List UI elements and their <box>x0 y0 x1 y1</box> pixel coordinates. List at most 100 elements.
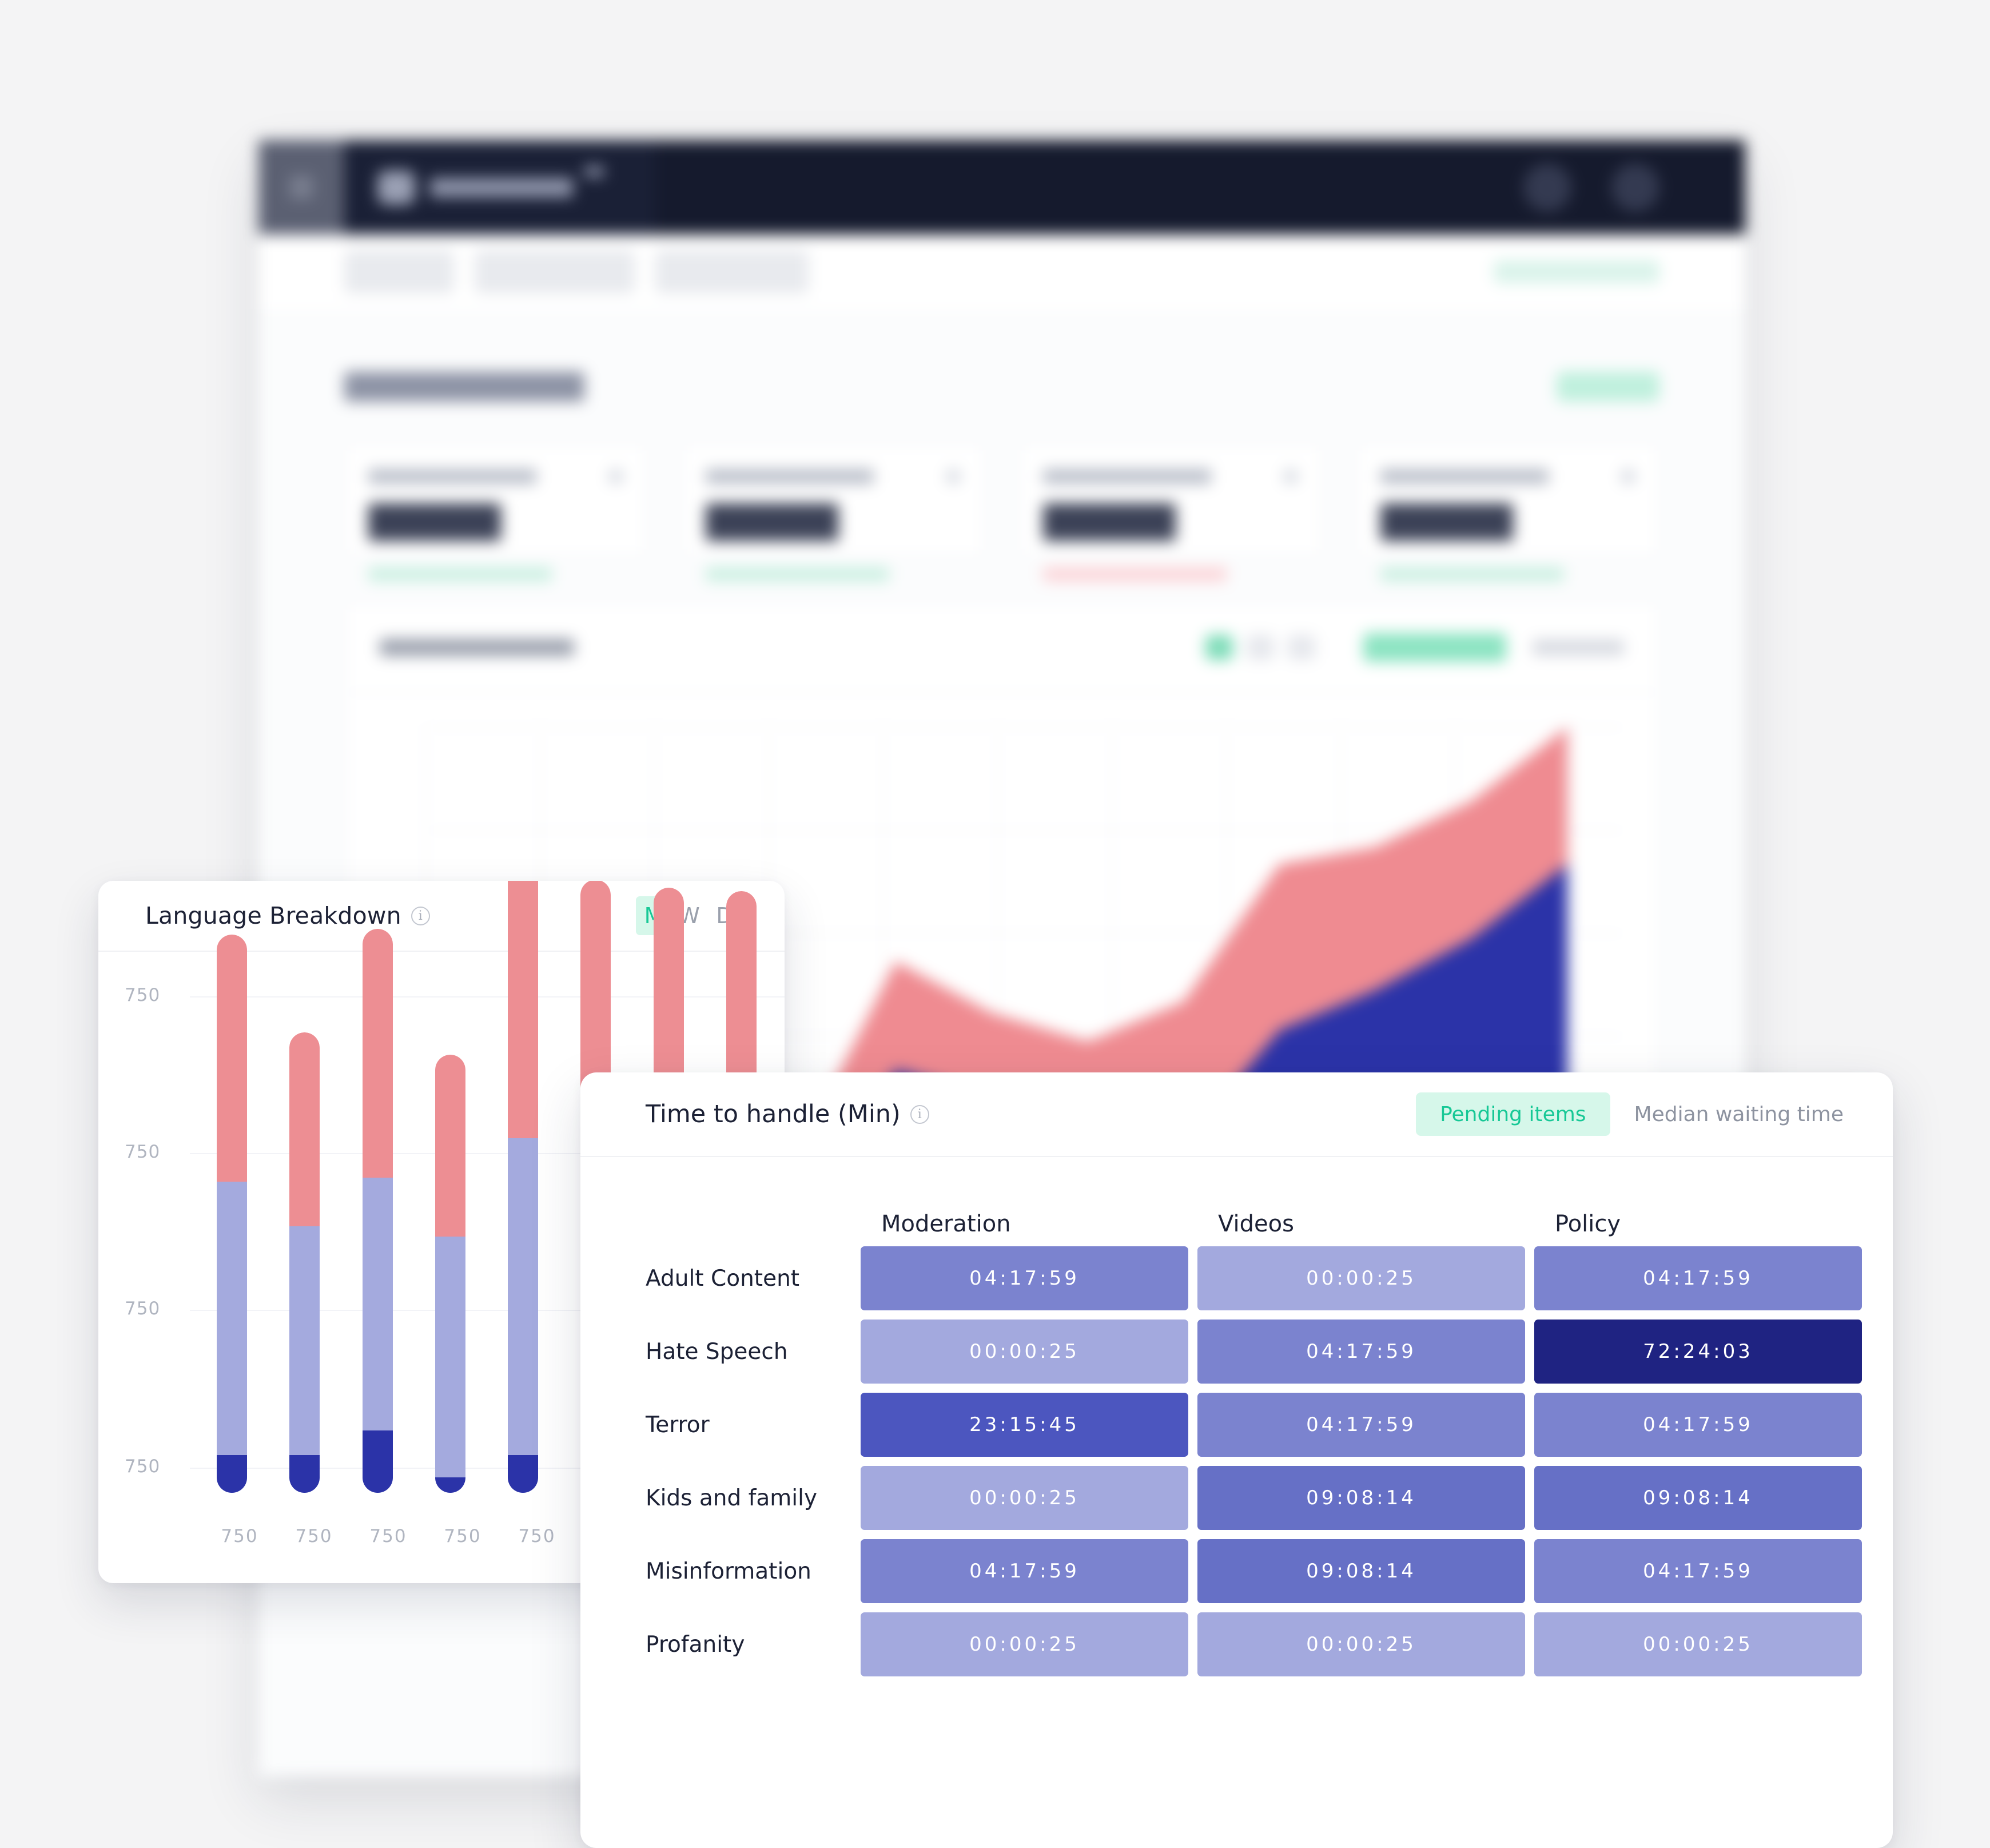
heatmap-cell[interactable]: 00:00:25 <box>861 1612 1188 1676</box>
heatmap-cell[interactable]: 23:15:45 <box>861 1393 1188 1457</box>
bar-segment-periwinkle <box>435 1237 465 1478</box>
language-bar-stack <box>508 881 538 1493</box>
heatmap-cell[interactable]: 00:00:25 <box>861 1466 1188 1530</box>
heatmap-cell[interactable]: 09:08:14 <box>1534 1466 1862 1530</box>
x-axis-tick: 750 <box>369 1526 407 1547</box>
bar-segment-navy <box>508 1455 538 1493</box>
column-header-policy: Policy <box>1555 1211 1621 1237</box>
x-axis-tick: 750 <box>295 1526 333 1547</box>
chart-view-option[interactable] <box>1288 634 1315 660</box>
x-axis-tick: 750 <box>221 1526 258 1547</box>
row-label: Misinformation <box>646 1558 811 1584</box>
filter-chip[interactable] <box>475 250 635 293</box>
bar-segment-periwinkle <box>217 1181 247 1456</box>
bar-segment-pink <box>289 1032 320 1226</box>
chart-view-group <box>1205 633 1624 662</box>
language-bar[interactable] <box>275 994 348 1493</box>
app-logo[interactable] <box>344 140 655 235</box>
heatmap-cell[interactable]: 72:24:03 <box>1534 1320 1862 1384</box>
heatmap-cell[interactable]: 04:17:59 <box>1197 1320 1525 1384</box>
heatmap-cell[interactable]: 09:08:14 <box>1197 1539 1525 1603</box>
bar-segment-periwinkle <box>508 1138 538 1456</box>
kpi-value <box>1043 503 1176 541</box>
bar-segment-navy <box>289 1455 320 1493</box>
kpi-label <box>706 469 874 484</box>
language-breakdown-title: Language Breakdown <box>145 902 401 929</box>
heatmap-cell[interactable]: 09:08:14 <box>1197 1466 1525 1530</box>
bar-segment-navy <box>435 1477 465 1493</box>
info-icon <box>946 469 961 484</box>
language-bar[interactable] <box>348 928 421 1493</box>
page-title-row <box>344 372 1659 402</box>
chart-view-option[interactable] <box>1247 634 1274 660</box>
row-label: Kids and family <box>646 1485 818 1511</box>
bar-segment-navy <box>362 1430 393 1493</box>
toggle-median-waiting-time[interactable]: Median waiting time <box>1610 1092 1868 1136</box>
toggle-pending-items[interactable]: Pending items <box>1416 1092 1610 1136</box>
info-icon <box>1283 469 1298 484</box>
heatmap-cell[interactable]: 04:17:59 <box>1534 1246 1862 1310</box>
info-icon[interactable]: i <box>910 1104 929 1124</box>
heatmap-column-headers: Moderation Videos Policy <box>646 1157 1862 1237</box>
y-axis-tick: 750 <box>125 1298 161 1319</box>
kpi-card[interactable] <box>1356 443 1659 581</box>
kpi-delta <box>706 567 890 581</box>
chart-toggle-active[interactable] <box>1363 633 1506 662</box>
language-bar-stack <box>289 1032 320 1493</box>
table-row: Profanity 00:00:25 00:00:25 00:00:25 <box>646 1612 1862 1676</box>
hamburger-icon[interactable] <box>258 140 344 235</box>
y-axis-tick: 750 <box>125 1456 161 1477</box>
y-axis-tick: 750 <box>125 985 161 1006</box>
language-bar-stack <box>362 928 393 1493</box>
heatmap-corner-spacer <box>646 1211 851 1237</box>
logo-superscript <box>584 166 604 177</box>
time-to-handle-title: Time to handle (Min) <box>646 1100 901 1128</box>
info-icon <box>608 469 623 484</box>
heatmap-cell[interactable]: 00:00:25 <box>1197 1612 1525 1676</box>
chart-toggle-inactive[interactable] <box>1533 639 1624 655</box>
language-bar[interactable] <box>421 994 493 1493</box>
x-axis-tick: 750 <box>518 1526 556 1547</box>
logo-wordmark <box>430 177 573 197</box>
table-row: Misinformation 04:17:59 09:08:14 04:17:59 <box>646 1539 1862 1603</box>
kpi-label <box>1043 469 1212 484</box>
export-button[interactable] <box>1557 372 1659 402</box>
kpi-row <box>344 443 1659 581</box>
heatmap-cell[interactable]: 00:00:25 <box>1534 1612 1862 1676</box>
row-label: Hate Speech <box>646 1338 788 1365</box>
bar-segment-pink <box>362 928 393 1178</box>
heatmap-cell[interactable]: 04:17:59 <box>861 1246 1188 1310</box>
table-row: Kids and family 00:00:25 09:08:14 09:08:14 <box>646 1466 1862 1530</box>
app-topbar <box>258 140 1745 235</box>
language-bar[interactable] <box>493 881 566 1493</box>
account-icon[interactable] <box>1611 163 1659 212</box>
search-icon[interactable] <box>1523 163 1571 212</box>
filter-chip[interactable] <box>344 250 454 293</box>
area-chart-header <box>345 603 1658 693</box>
heatmap-cell[interactable]: 04:17:59 <box>1534 1393 1862 1457</box>
heatmap-cell[interactable]: 04:17:59 <box>1197 1393 1525 1457</box>
column-header-moderation: Moderation <box>881 1211 1011 1237</box>
language-bar-stack <box>217 935 247 1493</box>
heatmap-cell[interactable]: 04:17:59 <box>861 1539 1188 1603</box>
kpi-value <box>706 503 838 541</box>
bar-segment-pink <box>217 935 247 1182</box>
kpi-card[interactable] <box>344 443 647 581</box>
row-label: Adult Content <box>646 1265 800 1291</box>
filter-chip[interactable] <box>655 250 809 293</box>
time-to-handle-header: Time to handle (Min) i Pending items Med… <box>580 1072 1893 1157</box>
row-label: Profanity <box>646 1631 745 1658</box>
kpi-value <box>1380 503 1513 541</box>
table-row: Adult Content 04:17:59 00:00:25 04:17:59 <box>646 1246 1862 1310</box>
clear-filters-button[interactable] <box>1494 260 1659 283</box>
heatmap-cell[interactable]: 00:00:25 <box>1197 1246 1525 1310</box>
heatmap-cell[interactable]: 04:17:59 <box>1534 1539 1862 1603</box>
heatmap-cell[interactable]: 00:00:25 <box>861 1320 1188 1384</box>
info-icon[interactable]: i <box>411 906 430 925</box>
info-icon <box>1621 469 1635 484</box>
language-bar[interactable] <box>202 935 275 1493</box>
chart-view-option[interactable] <box>1205 634 1233 660</box>
kpi-card[interactable] <box>682 443 985 581</box>
kpi-card[interactable] <box>1019 443 1322 581</box>
time-to-handle-heatmap: Moderation Videos Policy Adult Content 04… <box>580 1157 1893 1676</box>
